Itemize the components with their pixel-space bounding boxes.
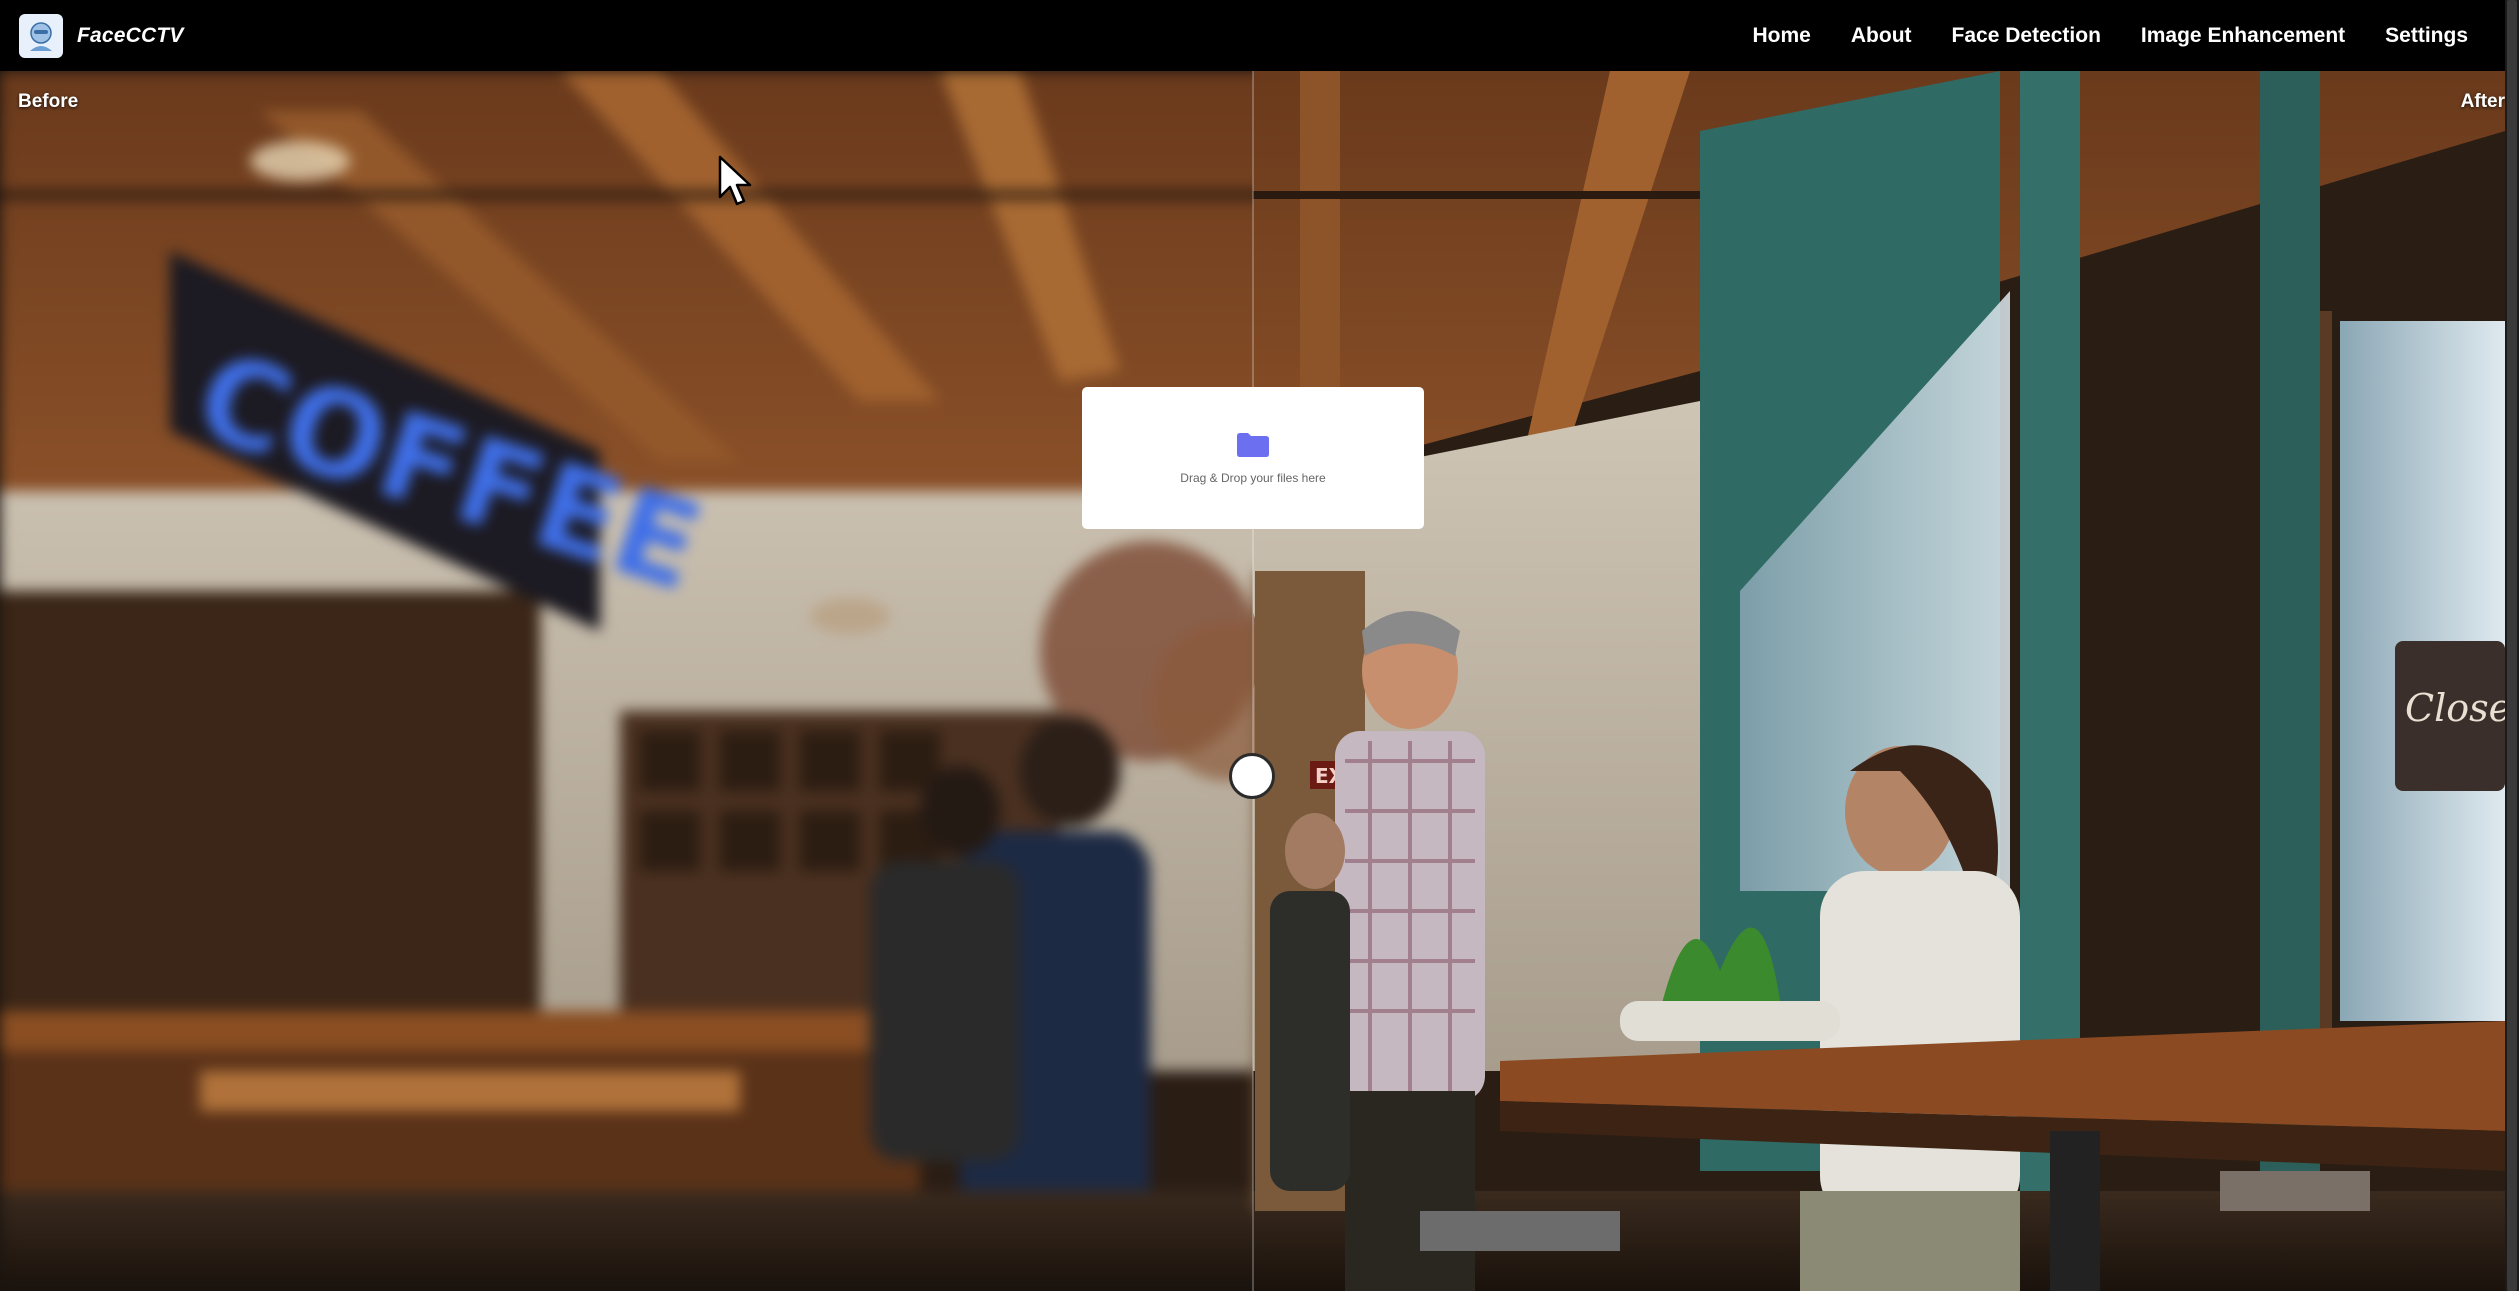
app-logo-icon (19, 13, 63, 58)
file-dropzone[interactable]: Drag & Drop your files here (1082, 387, 1424, 529)
top-navbar: FaceCCTV Home About Face Detection Image… (0, 0, 2505, 71)
after-image (1253, 71, 2505, 1291)
before-image-pane (0, 71, 1253, 1291)
after-image-pane (1253, 71, 2505, 1291)
nav-settings[interactable]: Settings (2385, 24, 2468, 48)
comparison-divider[interactable] (1252, 71, 1254, 1291)
before-image (0, 71, 1253, 1291)
page-scrollbar[interactable] (2505, 0, 2519, 1291)
nav-image-enhancement[interactable]: Image Enhancement (2141, 24, 2345, 48)
nav-home[interactable]: Home (1753, 24, 1811, 48)
brand[interactable]: FaceCCTV (19, 13, 184, 58)
scrollbar-thumb[interactable] (2507, 0, 2517, 1291)
app-name: FaceCCTV (77, 23, 184, 47)
before-label: Before (18, 91, 79, 112)
nav-about[interactable]: About (1851, 24, 1912, 48)
mouse-cursor-icon (718, 155, 752, 212)
after-label: After (2460, 91, 2505, 112)
comparison-slider-handle[interactable] (1229, 753, 1275, 799)
nav-links: Home About Face Detection Image Enhancem… (1713, 0, 2468, 71)
dropzone-prompt: Drag & Drop your files here (1180, 470, 1326, 485)
folder-icon (1236, 432, 1270, 463)
before-after-comparison[interactable]: Before After Drag & Drop your files here (0, 71, 2505, 1291)
nav-face-detection[interactable]: Face Detection (1952, 24, 2101, 48)
